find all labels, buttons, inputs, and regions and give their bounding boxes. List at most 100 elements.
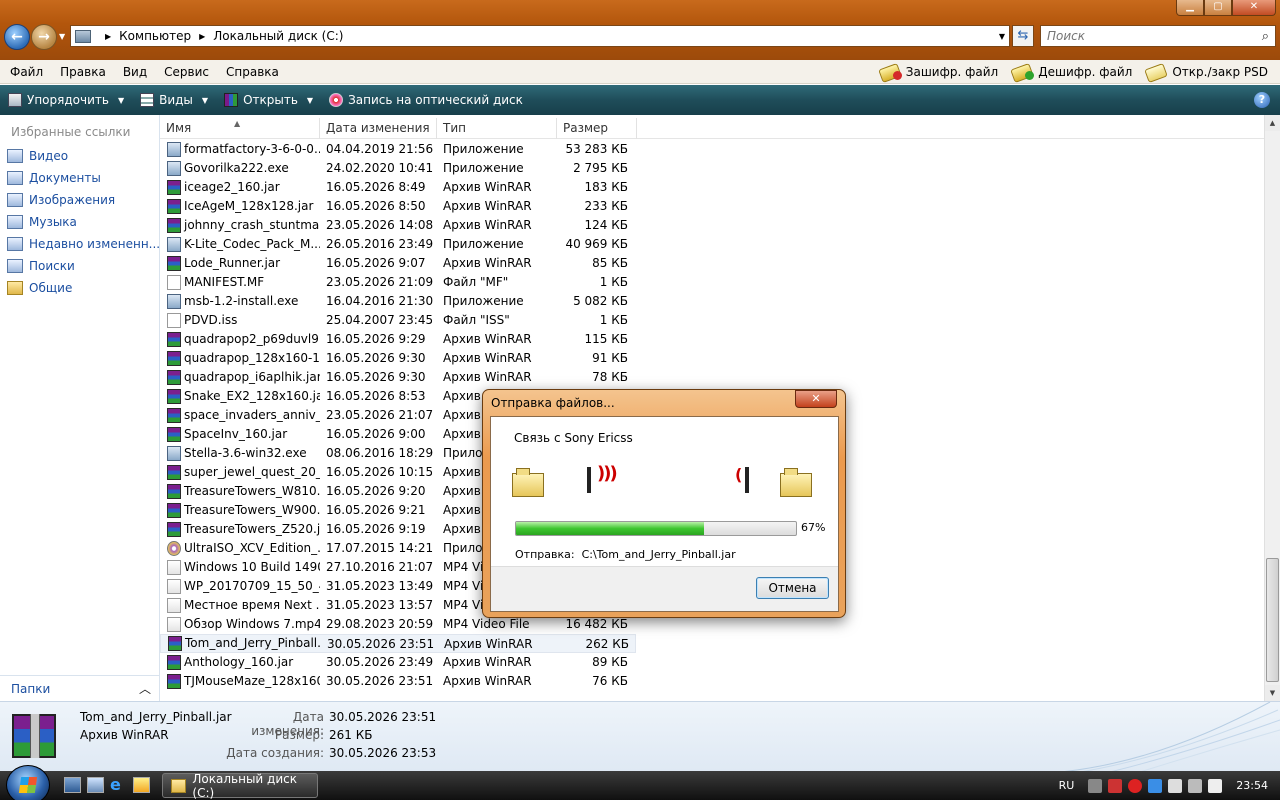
scroll-up-icon[interactable]: ▲ [1265,115,1280,131]
file-size: 262 КБ [585,637,629,651]
encrypt-file-button[interactable]: Зашифр. файл [880,64,998,80]
file-row[interactable]: quadrapop_i6aplhik.jar 16.05.2026 9:30 Арх… [160,368,636,387]
burn-disc-button[interactable]: Запись на оптический диск [321,93,531,107]
file-row[interactable]: K-Lite_Codec_Pack_M... 26.05.2016 23:49 Пр… [160,235,636,254]
search-input[interactable] [1047,29,1247,43]
media-player-icon[interactable] [133,777,150,793]
power-icon[interactable] [1168,778,1183,793]
column-header-date[interactable]: Дата изменения [320,118,437,139]
file-type: Архив WinRAR [443,256,532,270]
network-icon[interactable] [1188,778,1203,793]
menu-edit[interactable]: Правка [50,65,113,79]
file-name-cell: WP_20170709_15_50_4... [160,577,320,596]
menu-help[interactable]: Справка [216,65,286,79]
file-row[interactable]: TJMouseMaze_128x160.... 30.05.2026 23:51 А… [160,672,636,691]
breadcrumb-local-disk[interactable]: Локальный диск (C:) [213,29,343,43]
nav-link-pictures[interactable]: Изображения [0,189,159,211]
progress-percent: 67% [801,521,826,534]
rar-file-icon [167,256,181,271]
breadcrumb-computer[interactable]: Компьютер [119,29,191,43]
organize-icon [8,93,22,107]
progress-fill [516,522,704,535]
search-box[interactable]: ⌕ [1040,25,1276,47]
back-button[interactable]: ← [4,24,30,50]
nav-link-music[interactable]: Музыка [0,211,159,233]
file-size: 1 КБ [599,313,628,327]
nav-link-public[interactable]: Общие [0,277,159,299]
menu-file[interactable]: Файл [0,65,50,79]
sending-status: Отправка: C:\Tom_and_Jerry_Pinball.jar [515,548,736,561]
file-type: Архив WinRAR [443,370,532,384]
switch-windows-icon[interactable] [87,777,104,793]
computer-icon [75,29,91,43]
close-window-button[interactable]: ✕ [1232,0,1276,16]
file-size: 85 КБ [592,256,628,270]
disc-icon [329,93,344,107]
file-name-cell: quadrapop2_p69duvl9.... [160,330,320,349]
file-row[interactable]: Tom_and_Jerry_Pinball.... 30.05.2026 23:5… [160,634,636,653]
tray-shield-icon[interactable] [1108,778,1123,793]
file-type: Приложение [443,237,524,251]
nav-link-video[interactable]: Видео [0,145,159,167]
file-row[interactable]: Anthology_160.jar 30.05.2026 23:49 Архив W… [160,653,636,672]
cancel-button[interactable]: Отмена [756,577,829,599]
scroll-down-icon[interactable]: ▼ [1265,685,1280,701]
nav-link-documents[interactable]: Документы [0,167,159,189]
internet-explorer-icon[interactable]: e [110,777,127,793]
file-name: Anthology_160.jar [184,655,294,669]
file-row[interactable]: formatfactory-3-6-0-0... 04.04.2019 21:56… [160,140,636,159]
organize-button[interactable]: Упорядочить ▼ [0,93,132,107]
dialog-content: Связь с Sony Ericss ))) ( 67% Отправка: … [491,417,838,567]
address-dropdown-icon[interactable]: ▼ [999,32,1005,41]
tray-app-icon[interactable] [1088,778,1103,793]
dialog-close-button[interactable]: ✕ [795,390,837,408]
nav-link-searches[interactable]: Поиски [0,255,159,277]
views-button[interactable]: Виды ▼ [132,93,216,107]
file-row[interactable]: PDVD.iss 25.04.2007 23:45 Файл "ISS" 1 КБ [160,311,636,330]
tray-chat-icon[interactable] [1148,778,1163,793]
file-type: Приложение [443,294,524,308]
file-row[interactable]: IceAgeM_128x128.jar 16.05.2026 8:50 Архив … [160,197,636,216]
minimize-button[interactable]: ▁ [1176,0,1204,16]
folders-toggle[interactable]: Папки ︿ [0,675,159,701]
maximize-button[interactable]: ▢ [1204,0,1232,16]
help-icon[interactable]: ? [1254,92,1270,108]
column-header-type[interactable]: Тип [437,118,557,139]
language-indicator[interactable]: RU [1059,779,1075,792]
address-bar[interactable]: ▶ Компьютер ▶ Локальный диск (C:) ▼ [70,25,1010,47]
open-button[interactable]: Открыть ▼ [216,93,321,107]
nav-link-recent[interactable]: Недавно измененн... [0,233,159,255]
vid-file-icon [167,560,181,575]
file-row[interactable]: Govorilka222.exe 24.02.2020 10:41 Приложен… [160,159,636,178]
clock[interactable]: 23:54 [1236,779,1268,792]
details-size-label: Размер: [274,728,324,742]
file-row[interactable]: iceage2_160.jar 16.05.2026 8:49 Архив WinR… [160,178,636,197]
forward-button[interactable]: → [31,24,57,50]
menu-view[interactable]: Вид [113,65,154,79]
file-row[interactable]: johnny_crash_stuntma... 23.05.2026 14:08 А… [160,216,636,235]
burn-label: Запись на оптический диск [348,93,523,107]
search-icon[interactable]: ⌕ [1262,29,1269,44]
file-row[interactable]: Lode_Runner.jar 16.05.2026 9:07 Архив WinR… [160,254,636,273]
file-row[interactable]: quadrapop2_p69duvl9.... 16.05.2026 9:29 Ар… [160,330,636,349]
menu-tools[interactable]: Сервис [154,65,216,79]
file-row[interactable]: quadrapop_128x160-12... 16.05.2026 9:30 Ар… [160,349,636,368]
taskbar-window-button[interactable]: Локальный диск (C:) [162,772,318,800]
file-row[interactable]: msb-1.2-install.exe 16.04.2016 21:30 Прило… [160,292,636,311]
vertical-scrollbar[interactable]: ▲ ▼ [1264,115,1280,701]
volume-icon[interactable] [1208,778,1223,793]
column-header-size[interactable]: Размер [557,118,637,139]
toggle-psd-button[interactable]: Откр./закр PSD [1146,64,1268,80]
views-icon [140,93,155,107]
file-row[interactable]: MANIFEST.MF 23.05.2026 21:09 Файл "MF" 1 КБ [160,273,636,292]
start-button[interactable] [6,765,50,800]
opera-icon[interactable] [1128,778,1143,793]
file-name: K-Lite_Codec_Pack_M... [184,237,320,251]
decrypt-file-button[interactable]: Дешифр. файл [1012,64,1132,80]
scroll-thumb[interactable] [1266,558,1279,682]
column-header-name[interactable]: Имя ▲ [160,118,320,139]
show-desktop-icon[interactable] [64,777,81,793]
swirl-decoration [1064,702,1280,771]
refresh-button[interactable]: ⇆ [1012,25,1034,47]
recent-pages-dropdown[interactable]: ▼ [59,32,65,41]
